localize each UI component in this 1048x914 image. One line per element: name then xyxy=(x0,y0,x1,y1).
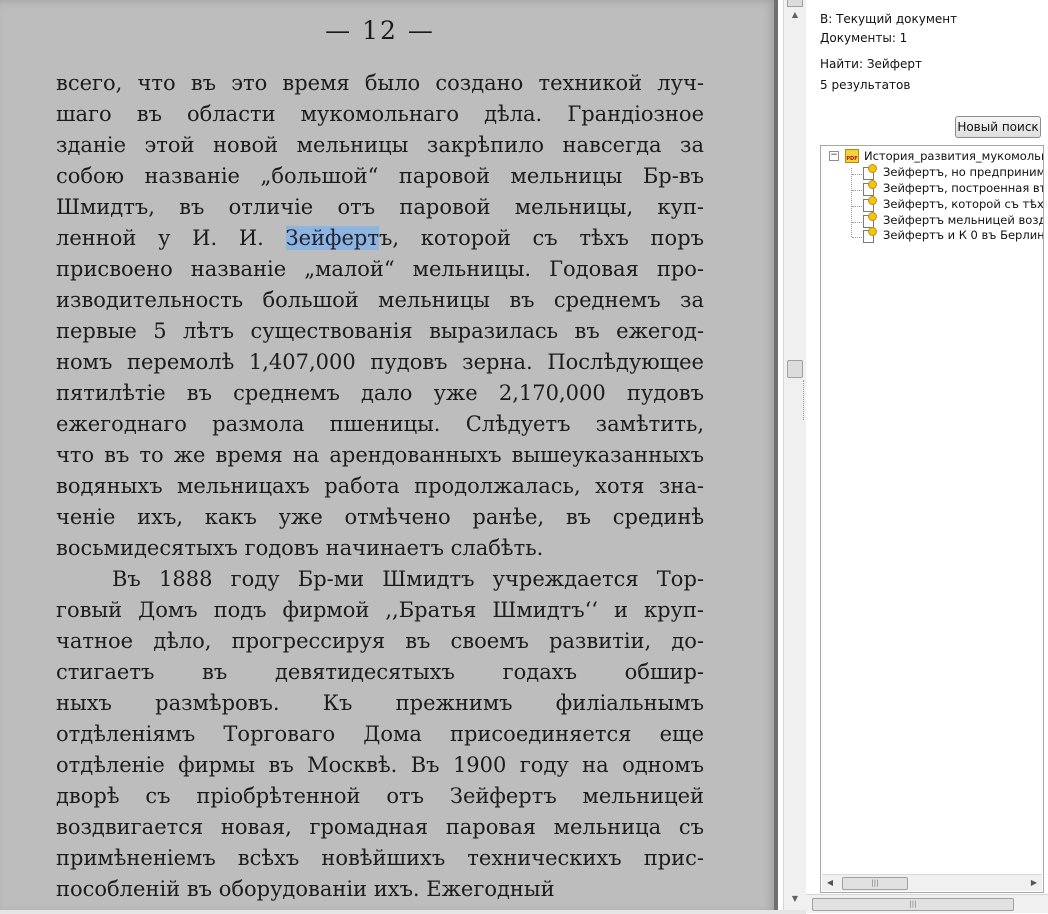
tree-connector xyxy=(852,190,862,191)
tree-connector xyxy=(851,168,852,237)
result-page-icon xyxy=(863,180,877,196)
scroll-right-arrow-icon[interactable]: ▶ xyxy=(1026,875,1042,891)
page-text-line: отдѣленіе фирмы въ Москвѣ. Въ 1900 году … xyxy=(56,753,704,777)
results-count: 5 результатов xyxy=(820,78,911,92)
search-highlight: Зейферт xyxy=(285,226,379,250)
horizontal-scrollbar-thumb[interactable]: ||| xyxy=(842,877,908,890)
document-page: — 12 — всего, что въ это время было созд… xyxy=(0,0,778,914)
result-page-icon xyxy=(863,164,877,180)
page-text-line: Въ 1888 году Бр-ми Шмидтъ учреждается То… xyxy=(112,567,704,591)
page-text-line: первые 5 лѣтъ существованія выразилась в… xyxy=(56,319,704,343)
page-text-line: зданіе этой новой мельницы закрѣпило нав… xyxy=(56,133,704,157)
page-text-line: ныхъ размѣровъ. Къ прежнимъ филіальнымъ xyxy=(56,691,704,715)
collapse-icon[interactable]: − xyxy=(829,151,839,161)
page-text-line: всего, что въ это время было создано тех… xyxy=(56,71,704,95)
result-page-icon xyxy=(863,196,877,212)
search-result-item[interactable]: Зейфертъ, которой съ тѣхъ xyxy=(883,197,1043,211)
search-result-item[interactable]: Зейфертъ и К 0 въ Берлинѣ xyxy=(883,228,1043,242)
page-text-line: водяныхъ мельницахъ работа продолжалась,… xyxy=(56,474,704,498)
page-text-line: пособленій въ оборудованіи ихъ. Ежегодны… xyxy=(56,877,555,901)
results-horizontal-scrollbar[interactable]: ◀ ||| ▶ xyxy=(822,874,1042,891)
result-page-icon xyxy=(863,227,877,243)
page-text-line: воздвигается новая, громадная паровая ме… xyxy=(56,815,704,839)
search-result-item[interactable]: Зейфертъ мельницей возде xyxy=(883,213,1043,227)
page-text-line: Шмидтъ, въ отличіе отъ паровой мельницы,… xyxy=(56,195,704,219)
page-text-line: чатное дѣло, прогрессируя въ своемъ разв… xyxy=(56,629,704,653)
page-text: всего, что въ это время было создано тех… xyxy=(56,68,704,905)
tree-connector xyxy=(852,174,862,175)
search-query: Найти: Зейферт xyxy=(820,57,922,71)
page-text-line: говый Домъ подъ фирмой ,,Братья Шмидтъ‘‘… xyxy=(56,598,704,622)
page-text-line: пятилѣтіе въ среднемъ дало уже 2,170,000… xyxy=(56,381,704,405)
tree-connector xyxy=(852,237,862,238)
panel-horizontal-scrollbar[interactable]: ||| xyxy=(806,894,1048,913)
page-text-line: примѣненіемъ всѣхъ новѣйшихъ технических… xyxy=(56,846,704,870)
bottom-edge xyxy=(0,910,806,914)
tree-connector xyxy=(852,206,862,207)
page-text-line: стигаетъ въ девятидесятыхъ годахъ обшир- xyxy=(56,660,704,684)
panel-scrollbar-thumb[interactable]: ||| xyxy=(812,898,1014,911)
documents-count: Документы: 1 xyxy=(820,31,908,45)
page-text-line: ленной у И. И. Зейфертъ, которой съ тѣхъ… xyxy=(56,226,704,250)
page-text-line: дворѣ съ пріобрѣтенной отъ Зейфертъ мель… xyxy=(56,784,704,808)
scroll-down-arrow-icon[interactable]: ▼ xyxy=(784,890,806,908)
tree-root-document[interactable]: История_развития_мукомольн xyxy=(864,149,1043,163)
search-result-item[interactable]: Зейфертъ, построенная въ xyxy=(883,181,1043,195)
page-text-line: собою названіе „большой“ паровой мельниц… xyxy=(56,164,704,188)
page-text-line: ченіе ихъ, какъ уже отмѣчено ранѣе, въ с… xyxy=(56,505,704,529)
new-search-button[interactable]: Новый поиск xyxy=(955,116,1041,138)
page-text-line: восьмидесятыхъ годовъ начинаетъ слабѣть. xyxy=(56,536,544,560)
search-panel: В: Текущий документ Документы: 1 Найти: … xyxy=(806,0,1048,914)
page-number: — 12 — xyxy=(325,16,435,45)
page-text-line: номъ перемолѣ 1,407,000 пудовъ зерна. По… xyxy=(56,350,704,374)
search-scope: В: Текущий документ xyxy=(820,12,958,26)
page-text-line: шаго въ области мукомольнаго дѣла. Гранд… xyxy=(56,102,704,126)
page-text-line: ежегоднаго размола пшеницы. Слѣдуетъ зам… xyxy=(56,412,704,436)
page-text-line: что въ то же время на арендованныхъ выше… xyxy=(56,443,704,467)
page-text-line: изводительность большой мельницы въ сред… xyxy=(56,288,704,312)
page-text-line: присвоено названіе „малой“ мельницы. Год… xyxy=(56,257,704,281)
scroll-left-arrow-icon[interactable]: ◀ xyxy=(822,875,838,891)
pdf-file-icon: PDF xyxy=(845,149,859,163)
search-result-item[interactable]: Зейфертъ, но предпринима xyxy=(883,165,1043,179)
document-vertical-scrollbar[interactable]: ▲ ▼ xyxy=(783,0,807,910)
scrollbar-thumb[interactable] xyxy=(787,360,803,378)
search-results-tree[interactable]: − PDF История_развития_мукомольн Зейферт… xyxy=(820,145,1044,893)
page-text-line: отдѣленіямъ Торговаго Дома присоединяетс… xyxy=(56,722,704,746)
scroll-up-arrow-icon[interactable]: ▲ xyxy=(784,6,806,24)
tree-connector xyxy=(852,222,862,223)
